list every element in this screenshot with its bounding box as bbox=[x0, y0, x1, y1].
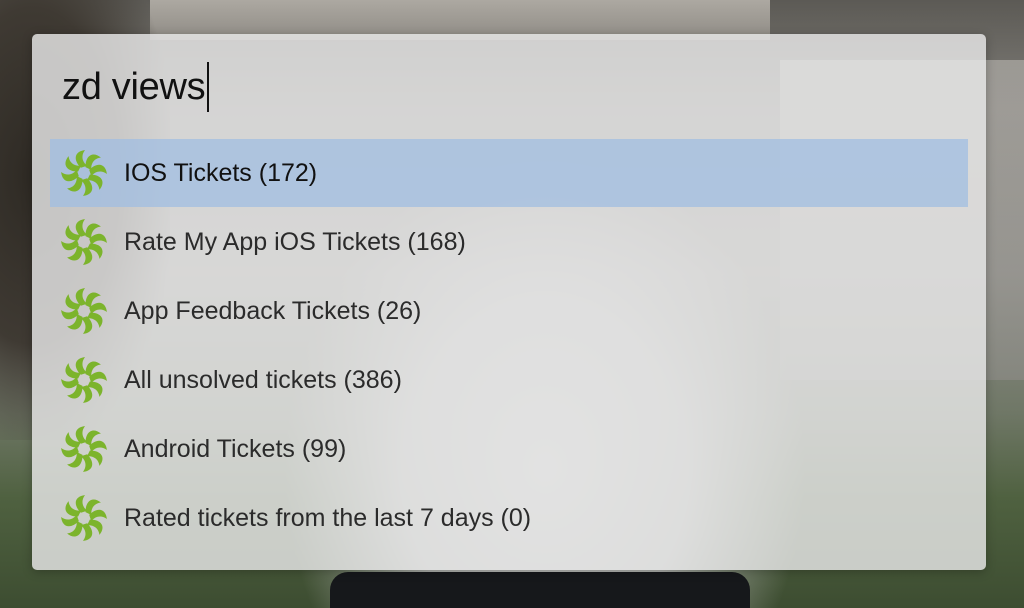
result-label: IOS Tickets (172) bbox=[124, 158, 318, 187]
result-label: Rated tickets from the last 7 days (0) bbox=[124, 503, 532, 532]
result-label: App Feedback Tickets (26) bbox=[124, 296, 422, 325]
result-label: Rate My App iOS Tickets (168) bbox=[124, 227, 466, 256]
results-list: IOS Tickets (172) Rate My App iOS Ticket… bbox=[50, 139, 968, 553]
zendesk-logo-icon bbox=[61, 357, 107, 403]
search-input[interactable]: zd views bbox=[62, 62, 210, 112]
zendesk-logo-icon bbox=[61, 219, 107, 265]
result-item[interactable]: Rated tickets from the last 7 days (0) bbox=[50, 484, 968, 552]
launcher-panel: zd views IOS Tickets (172) Rate My App i… bbox=[32, 34, 986, 570]
result-item[interactable]: All unsolved tickets (386) bbox=[50, 346, 968, 414]
search-query-text: zd views bbox=[62, 65, 206, 108]
zendesk-logo-icon bbox=[61, 150, 107, 196]
result-label: Android Tickets (99) bbox=[124, 434, 347, 463]
result-label: All unsolved tickets (386) bbox=[124, 365, 402, 394]
text-caret bbox=[207, 62, 210, 112]
zendesk-logo-icon bbox=[61, 426, 107, 472]
background-sunglasses bbox=[330, 572, 750, 608]
zendesk-logo-icon bbox=[61, 495, 107, 541]
zendesk-logo-icon bbox=[61, 288, 107, 334]
result-item[interactable]: Android Tickets (99) bbox=[50, 415, 968, 483]
result-item[interactable]: IOS Tickets (172) bbox=[50, 139, 968, 207]
result-item[interactable]: App Feedback Tickets (26) bbox=[50, 277, 968, 345]
result-item[interactable]: Rate My App iOS Tickets (168) bbox=[50, 208, 968, 276]
